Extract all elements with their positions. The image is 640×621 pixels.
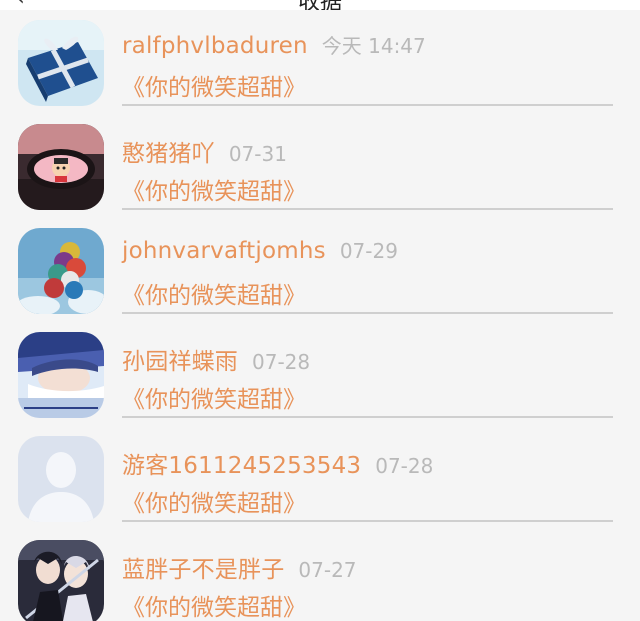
contact-name: ralfphvlbaduren [122, 33, 308, 59]
name-line: ralfphvlbaduren 今天 14:47 [122, 30, 426, 59]
chat-list-screen: ‹ 收据 ralfphvlbaduren今天 14:47 《 [0, 0, 640, 621]
default-user-avatar[interactable] [18, 436, 104, 522]
row-divider [122, 104, 613, 106]
contact-name: 蓝胖子不是胖子 [122, 557, 285, 583]
anime-couple-avatar[interactable] [18, 540, 104, 621]
cartoon-mirror-avatar[interactable] [18, 124, 104, 210]
message-time: 今天 14:47 [321, 34, 426, 58]
conversation-list: ralfphvlbaduren 今天 14:47 《你的微笑超甜》 憨猪猪吖 0… [0, 10, 640, 621]
conversation-row[interactable]: ralfphvlbaduren 今天 14:47 《你的微笑超甜》 [0, 10, 640, 114]
name-line: 蓝胖子不是胖子 07-27 [122, 550, 357, 584]
message-time: 07-28 [252, 350, 311, 374]
last-message: 《你的微笑超甜》 [122, 283, 306, 309]
conversation-row[interactable]: 游客1611245253543 07-28 《你的微笑超甜》 [0, 426, 640, 530]
contact-name: 憨猪猪吖 [122, 141, 215, 167]
row-divider [122, 208, 613, 210]
balloons-avatar[interactable] [18, 228, 104, 314]
anime-boy-avatar[interactable] [18, 332, 104, 418]
row-divider [122, 416, 613, 418]
top-bar: ‹ 收据 [0, 0, 640, 10]
message-time: 07-29 [339, 239, 398, 263]
contact-name: 孙园祥蝶雨 [122, 349, 238, 375]
name-line: 憨猪猪吖 07-31 [122, 134, 287, 168]
page-title: 收据 [0, 0, 640, 10]
gift-box-avatar[interactable] [18, 20, 104, 106]
conversation-row[interactable]: 孙园祥蝶雨 07-28 《你的微笑超甜》 [0, 322, 640, 426]
last-message: 《你的微笑超甜》 [122, 491, 306, 517]
conversation-row[interactable]: 蓝胖子不是胖子 07-27 《你的微笑超甜》 [0, 530, 640, 621]
name-line: johnvarvaftjomhs 07-29 [122, 238, 398, 264]
name-line: 游客1611245253543 07-28 [122, 446, 433, 480]
conversation-row[interactable]: johnvarvaftjomhs 07-29 《你的微笑超甜》 [0, 218, 640, 322]
row-divider [122, 312, 613, 314]
message-time: 07-31 [228, 142, 287, 166]
row-divider [122, 520, 613, 522]
name-line: 孙园祥蝶雨 07-28 [122, 342, 310, 376]
contact-name: johnvarvaftjomhs [122, 238, 326, 264]
conversation-row[interactable]: 憨猪猪吖 07-31 《你的微笑超甜》 [0, 114, 640, 218]
last-message: 《你的微笑超甜》 [122, 595, 306, 621]
last-message: 《你的微笑超甜》 [122, 75, 306, 101]
message-time: 07-27 [298, 558, 357, 582]
last-message: 《你的微笑超甜》 [122, 387, 306, 413]
contact-name: 游客1611245253543 [122, 453, 362, 479]
last-message: 《你的微笑超甜》 [122, 179, 306, 205]
message-time: 07-28 [375, 454, 434, 478]
